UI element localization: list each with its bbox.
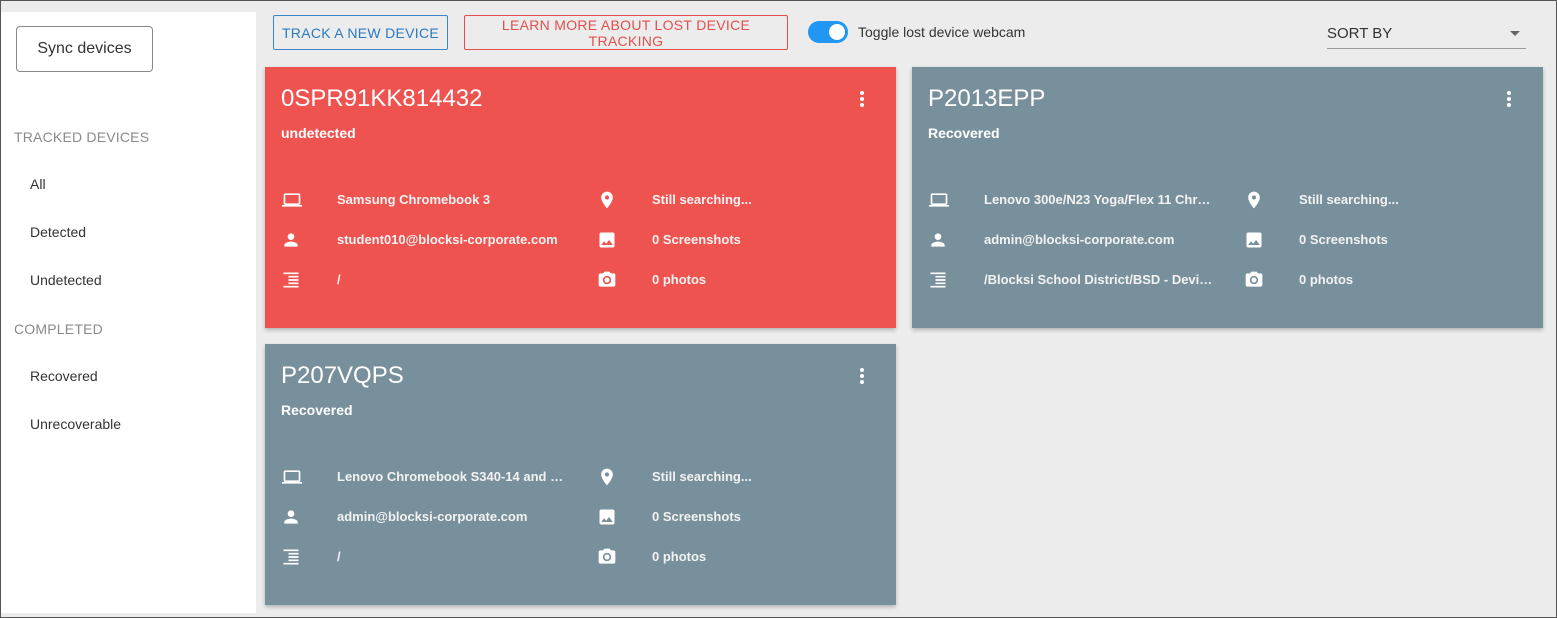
sync-devices-button[interactable]: Sync devices (16, 26, 153, 72)
device-photos: 0 photos (652, 272, 707, 287)
device-user: student010@blocksi-corporate.com (337, 232, 558, 247)
device-photos: 0 photos (652, 549, 707, 564)
device-user: admin@blocksi-corporate.com (984, 232, 1175, 247)
org-unit-icon (281, 547, 301, 567)
sidebar: Sync devices TRACKED DEVICES All Detecte… (1, 12, 256, 613)
device-location: Still searching... (652, 469, 752, 484)
sidebar-item-detected[interactable]: Detected (30, 224, 86, 240)
person-icon (281, 230, 301, 250)
sort-by-select[interactable]: SORT BY (1327, 18, 1526, 49)
org-unit-icon (281, 270, 301, 290)
device-location: Still searching... (1299, 192, 1399, 207)
device-card[interactable]: 0SPR91KK814432 undetected Samsung Chrome… (265, 67, 896, 328)
more-vert-icon[interactable] (860, 368, 864, 384)
location-pin-icon (1244, 190, 1264, 210)
device-screenshots: 0 Screenshots (652, 232, 741, 247)
laptop-icon (281, 467, 302, 487)
device-model: Samsung Chromebook 3 (337, 192, 491, 207)
image-icon (1244, 230, 1264, 250)
device-id: P207VQPS (281, 362, 404, 389)
sort-by-label: SORT BY (1327, 25, 1393, 42)
camera-icon (597, 547, 617, 567)
sidebar-item-undetected[interactable]: Undetected (30, 272, 102, 288)
location-pin-icon (597, 467, 617, 487)
camera-icon (597, 270, 617, 290)
device-card[interactable]: P2013EPP Recovered Lenovo 300e/N23 Yoga/… (912, 67, 1543, 328)
image-icon (597, 507, 617, 527)
device-model: Lenovo 300e/N23 Yoga/Flex 11 Chro... (984, 192, 1214, 207)
section-label-completed: COMPLETED (14, 321, 103, 337)
sidebar-item-unrecoverable[interactable]: Unrecoverable (30, 416, 121, 432)
device-photos: 0 photos (1299, 272, 1354, 287)
device-user: admin@blocksi-corporate.com (337, 509, 528, 524)
caret-down-icon (1510, 31, 1520, 36)
learn-more-button[interactable]: LEARN MORE ABOUT LOST DEVICE TRACKING (464, 15, 788, 50)
org-unit-icon (928, 270, 948, 290)
device-model: Lenovo Chromebook S340-14 and Le... (337, 469, 567, 484)
camera-icon (1244, 270, 1264, 290)
section-label-tracked-devices: TRACKED DEVICES (14, 129, 150, 145)
person-icon (928, 230, 948, 250)
webcam-toggle-label: Toggle lost device webcam (858, 24, 1026, 40)
sidebar-item-all[interactable]: All (30, 176, 46, 192)
device-status: undetected (281, 125, 356, 141)
webcam-toggle[interactable] (808, 21, 848, 43)
device-id: P2013EPP (928, 85, 1046, 112)
sidebar-item-recovered[interactable]: Recovered (30, 368, 98, 384)
device-card[interactable]: P207VQPS Recovered Lenovo Chromebook S34… (265, 344, 896, 605)
toggle-knob (829, 24, 845, 40)
location-pin-icon (597, 190, 617, 210)
image-icon (597, 230, 617, 250)
track-new-device-button[interactable]: TRACK A NEW DEVICE (273, 15, 448, 50)
device-id: 0SPR91KK814432 (281, 85, 483, 112)
device-status: Recovered (281, 402, 353, 418)
laptop-icon (928, 190, 949, 210)
device-screenshots: 0 Screenshots (652, 509, 741, 524)
device-org-unit: / (337, 272, 341, 287)
more-vert-icon[interactable] (860, 91, 864, 107)
device-screenshots: 0 Screenshots (1299, 232, 1388, 247)
device-org-unit: /Blocksi School District/BSD - Devices (984, 272, 1219, 287)
device-status: Recovered (928, 125, 1000, 141)
device-org-unit: / (337, 549, 341, 564)
person-icon (281, 507, 301, 527)
laptop-icon (281, 190, 302, 210)
more-vert-icon[interactable] (1507, 91, 1511, 107)
device-location: Still searching... (652, 192, 752, 207)
